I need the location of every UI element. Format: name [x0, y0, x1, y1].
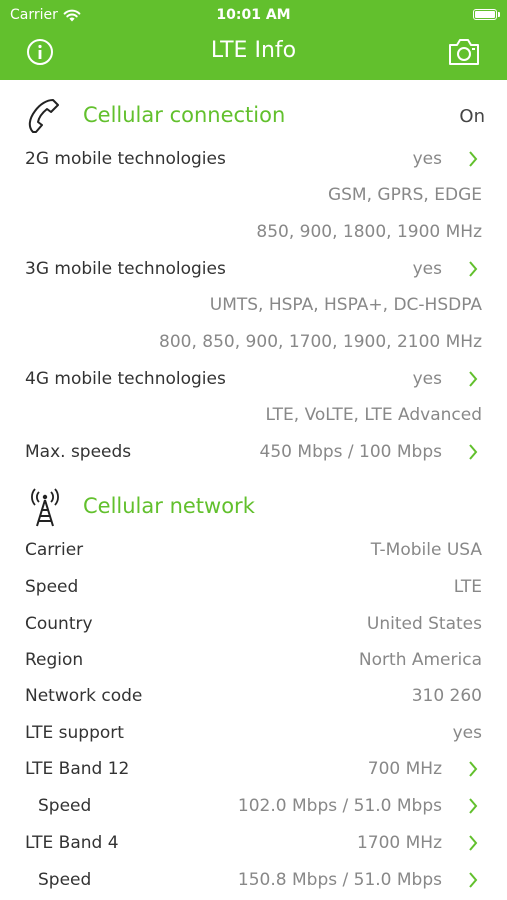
row-country: Country United States — [25, 606, 482, 642]
row-value: UMTS, HSPA, HSPA+, DC-HSDPA — [209, 295, 482, 315]
section-header-cellular-connection: Cellular connection On — [25, 97, 485, 137]
cellular-connection-status: On — [459, 106, 485, 127]
chevron-right-icon — [469, 872, 478, 888]
row-speed: Speed LTE — [25, 569, 482, 605]
row-label: Speed — [38, 796, 92, 816]
antenna-tower-icon — [31, 488, 59, 527]
row-value: T-Mobile USA — [370, 540, 482, 560]
row-value: 800, 850, 900, 1700, 1900, 2100 MHz — [159, 332, 482, 352]
content-list: Cellular connection On 2G mobile technol… — [0, 80, 507, 900]
status-bar: Carrier 10:01 AM — [0, 5, 507, 25]
row-value: 150.8 Mbps / 51.0 Mbps — [237, 870, 442, 890]
row-label: LTE support — [25, 723, 124, 743]
camera-icon — [449, 39, 479, 65]
row-network-code: Network code 310 260 — [25, 678, 482, 714]
chevron-right-icon — [469, 261, 478, 277]
row-3g-technologies[interactable]: 3G mobile technologies yes — [25, 251, 482, 287]
row-label: 3G mobile technologies — [25, 259, 226, 279]
row-label: Speed — [38, 870, 92, 890]
row-value: GSM, GPRS, EDGE — [327, 185, 482, 205]
row-value: 102.0 Mbps / 51.0 Mbps — [237, 796, 442, 816]
row-value: 700 MHz — [367, 759, 442, 779]
phone-icon — [28, 99, 59, 133]
chevron-right-icon — [469, 151, 478, 167]
row-value: yes — [412, 149, 442, 169]
row-label: Network code — [25, 686, 143, 706]
row-region: Region North America — [25, 642, 482, 678]
row-value: LTE, VoLTE, LTE Advanced — [265, 405, 482, 425]
row-lte-band-4[interactable]: LTE Band 4 1700 MHz — [25, 825, 482, 861]
chevron-right-icon — [469, 835, 478, 851]
row-value: 310 260 — [411, 686, 482, 706]
battery-icon — [473, 9, 500, 20]
row-value: LTE — [453, 577, 482, 597]
row-label: LTE Band 12 — [25, 759, 130, 779]
chevron-right-icon — [469, 444, 478, 460]
row-value: yes — [412, 369, 442, 389]
row-label: 4G mobile technologies — [25, 369, 226, 389]
row-value: 450 Mbps / 100 Mbps — [259, 442, 442, 462]
row-label: LTE Band 4 — [25, 833, 119, 853]
row-4g-standards: LTE, VoLTE, LTE Advanced — [25, 397, 482, 433]
section-header-cellular-network: Cellular network — [25, 488, 485, 528]
section-title-cellular-network: Cellular network — [83, 494, 255, 518]
row-value: 850, 900, 1800, 1900 MHz — [256, 222, 482, 242]
row-3g-frequencies: 800, 850, 900, 1700, 1900, 2100 MHz — [25, 324, 482, 360]
row-value: 1700 MHz — [356, 833, 442, 853]
row-2g-technologies[interactable]: 2G mobile technologies yes — [25, 141, 482, 177]
row-label: Carrier — [25, 540, 84, 560]
row-label: Region — [25, 650, 84, 670]
app-header: Carrier 10:01 AM LTE Info — [0, 0, 507, 80]
row-label: Max. speeds — [25, 442, 132, 462]
row-label: Country — [25, 614, 93, 634]
row-value: North America — [358, 650, 482, 670]
row-2g-standards: GSM, GPRS, EDGE — [25, 177, 482, 213]
camera-button[interactable] — [447, 37, 481, 67]
row-max-speeds[interactable]: Max. speeds 450 Mbps / 100 Mbps — [25, 434, 482, 470]
chevron-right-icon — [469, 761, 478, 777]
row-2g-frequencies: 850, 900, 1800, 1900 MHz — [25, 214, 482, 250]
row-4g-technologies[interactable]: 4G mobile technologies yes — [25, 361, 482, 397]
chevron-right-icon — [469, 371, 478, 387]
navigation-bar: LTE Info — [0, 30, 507, 74]
chevron-right-icon — [469, 798, 478, 814]
row-carrier: Carrier T-Mobile USA — [25, 532, 482, 568]
row-label: Speed — [25, 577, 79, 597]
row-lte-support: LTE support yes — [25, 715, 482, 751]
row-lte-band-12[interactable]: LTE Band 12 700 MHz — [25, 751, 482, 787]
row-lte-band-12-speed[interactable]: Speed 102.0 Mbps / 51.0 Mbps — [25, 788, 482, 824]
section-title-cellular-connection: Cellular connection — [83, 103, 286, 127]
row-label: 2G mobile technologies — [25, 149, 226, 169]
nav-title: LTE Info — [210, 38, 297, 63]
row-value: yes — [452, 723, 482, 743]
row-value: United States — [366, 614, 482, 634]
row-lte-band-4-speed[interactable]: Speed 150.8 Mbps / 51.0 Mbps — [25, 862, 482, 898]
row-value: yes — [412, 259, 442, 279]
status-time: 10:01 AM — [216, 7, 291, 23]
row-3g-standards: UMTS, HSPA, HSPA+, DC-HSDPA — [25, 287, 482, 323]
